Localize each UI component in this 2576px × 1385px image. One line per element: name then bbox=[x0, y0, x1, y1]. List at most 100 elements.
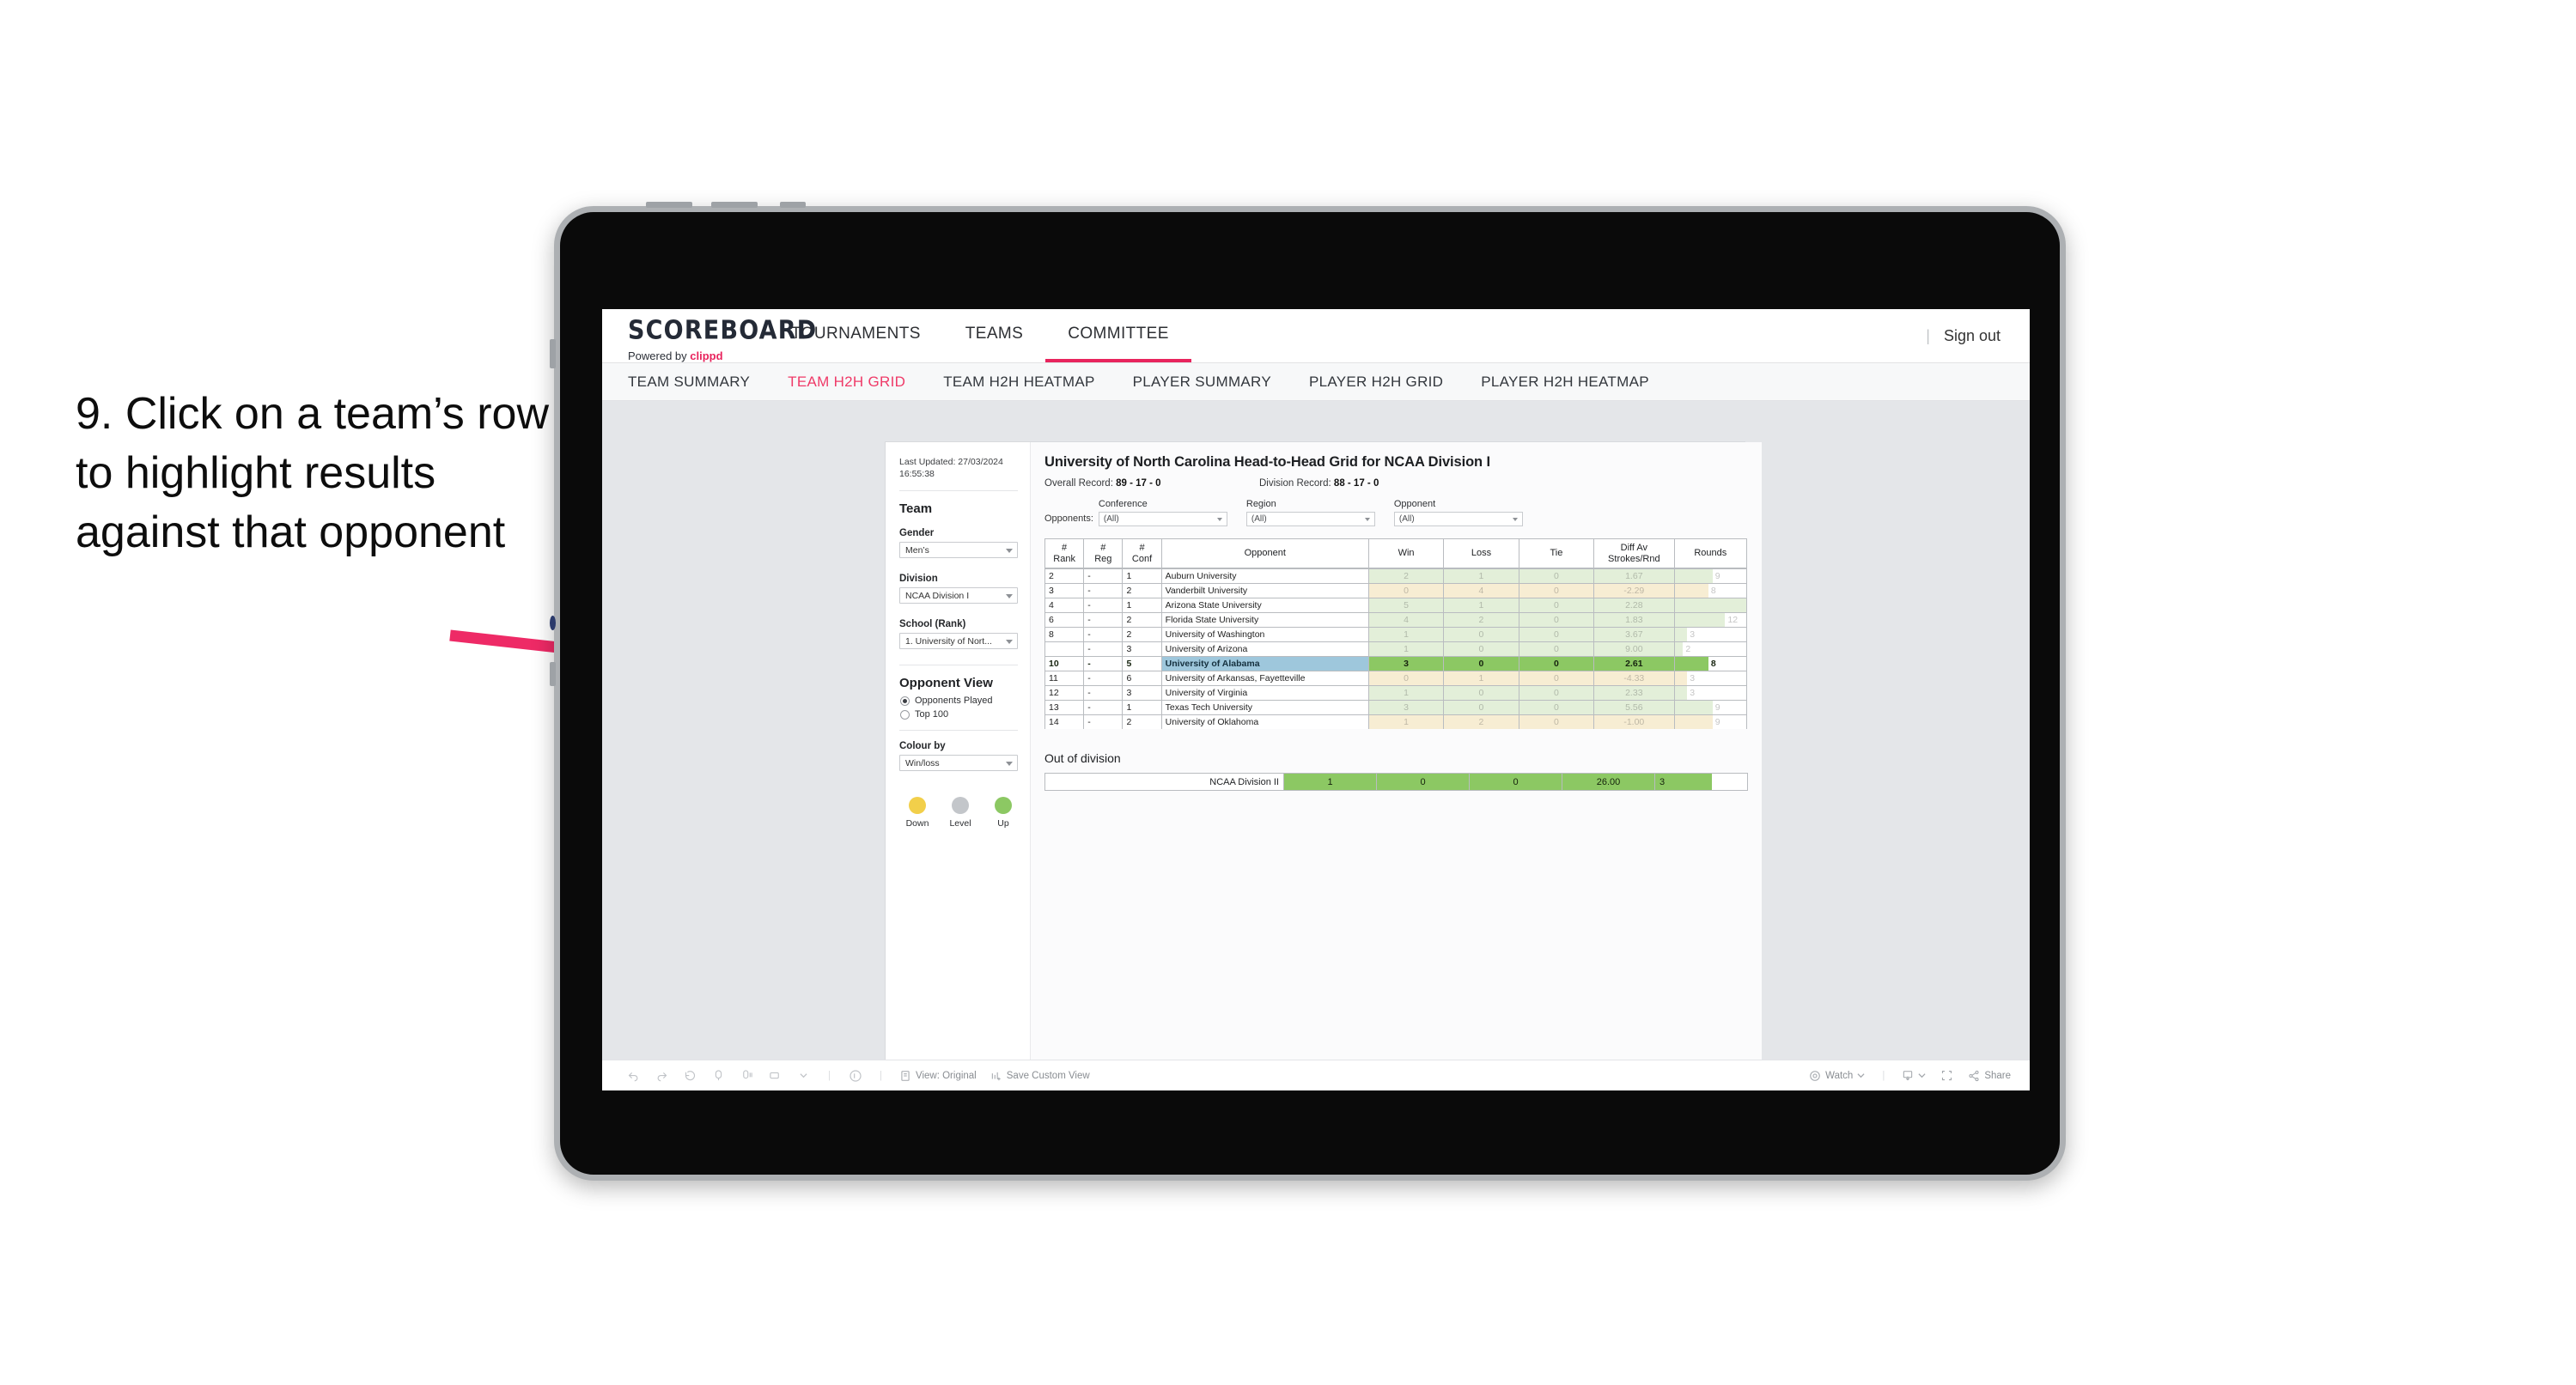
subtab-team-h2h-heatmap[interactable]: TEAM H2H HEATMAP bbox=[943, 374, 1094, 391]
cell-loss: 0 bbox=[1443, 656, 1519, 671]
fullscreen-icon[interactable] bbox=[1940, 1068, 1954, 1083]
subtab-player-summary[interactable]: PLAYER SUMMARY bbox=[1133, 374, 1271, 391]
cell-conf: 2 bbox=[1122, 714, 1162, 729]
region-select[interactable]: (All) bbox=[1245, 512, 1375, 526]
legend-label-down: Down bbox=[905, 818, 929, 829]
ood-win: 1 bbox=[1283, 773, 1377, 791]
cell-tie: 0 bbox=[1518, 685, 1595, 701]
nav-tab-teams[interactable]: TEAMS bbox=[943, 309, 1045, 362]
region-filter: Region (All) bbox=[1245, 499, 1375, 526]
table-row[interactable]: 13-1 Texas Tech University 3 0 0 5.56 9 bbox=[1044, 700, 1748, 715]
opponents-label: Opponents: bbox=[1044, 513, 1093, 524]
device-top-button-2 bbox=[711, 202, 758, 208]
division-select[interactable]: NCAA Division I bbox=[899, 587, 1018, 604]
table-row[interactable]: 2-1 Auburn University 2 1 0 1.67 9 bbox=[1044, 568, 1748, 584]
signout-link[interactable]: Sign out bbox=[1944, 327, 2001, 345]
table-row[interactable]: 8-2 University of Washington 1 0 0 3.67 3 bbox=[1044, 627, 1748, 642]
table-row[interactable]: -3 University of Arizona 1 0 0 9.00 2 bbox=[1044, 641, 1748, 657]
cell-win: 3 bbox=[1367, 700, 1445, 715]
opponent-view-heading: Opponent View bbox=[899, 676, 993, 691]
chevron-down-icon bbox=[1006, 548, 1013, 553]
cell-win: 1 bbox=[1367, 627, 1445, 642]
records-row: Overall Record: 89 - 17 - 0 Division Rec… bbox=[1044, 478, 1748, 489]
cell-conf: 1 bbox=[1122, 568, 1162, 584]
refresh-icon[interactable] bbox=[711, 1068, 726, 1083]
col-reg-l2: Reg bbox=[1094, 553, 1112, 564]
cell-opponent: Vanderbilt University bbox=[1160, 583, 1369, 598]
subtab-team-summary[interactable]: TEAM SUMMARY bbox=[628, 374, 750, 391]
watch-button[interactable]: Watch bbox=[1809, 1070, 1865, 1082]
table-row[interactable]: 12-3 University of Virginia 1 0 0 2.33 3 bbox=[1044, 685, 1748, 701]
col-opponent: Opponent bbox=[1160, 538, 1369, 568]
table-row[interactable]: 11-6 University of Arkansas, Fayetteville… bbox=[1044, 671, 1748, 686]
cell-tie: 0 bbox=[1518, 598, 1595, 613]
rounds-value: 2 bbox=[1685, 644, 1691, 654]
revert-icon[interactable] bbox=[683, 1068, 697, 1083]
download-button[interactable] bbox=[1902, 1070, 1926, 1082]
chevron-down-icon bbox=[1216, 517, 1222, 521]
cell-rank: 8 bbox=[1044, 627, 1085, 642]
save-custom-view-button[interactable]: Save Custom View bbox=[990, 1070, 1090, 1082]
table-row[interactable]: 6-2 Florida State University 4 2 0 1.83 12 bbox=[1044, 612, 1748, 628]
col-diff-l2: Strokes/Rnd bbox=[1608, 553, 1660, 564]
cell-win: 5 bbox=[1367, 598, 1445, 613]
division-record-label: Division Record: bbox=[1259, 478, 1334, 489]
view-original-label: View: Original bbox=[916, 1070, 977, 1081]
device-layout-icon[interactable] bbox=[768, 1068, 783, 1083]
cell-conf: 5 bbox=[1122, 656, 1162, 671]
legend-dot-down bbox=[909, 797, 926, 815]
school-select[interactable]: 1. University of Nort... bbox=[899, 633, 1018, 650]
cell-reg: - bbox=[1083, 612, 1124, 628]
toolbar-right-group: Watch | Share bbox=[1809, 1068, 2030, 1083]
radio-top-100[interactable]: Top 100 bbox=[900, 709, 1018, 720]
cell-diff: 9.00 bbox=[1593, 641, 1675, 657]
cell-reg: - bbox=[1083, 568, 1124, 584]
cell-rank bbox=[1044, 641, 1085, 657]
out-of-division-table: NCAA Division II 1 0 0 26.00 3 bbox=[1044, 773, 1748, 791]
subtab-player-h2h-grid[interactable]: PLAYER H2H GRID bbox=[1309, 374, 1443, 391]
rounds-bar bbox=[1674, 657, 1708, 671]
cell-rank: 4 bbox=[1044, 598, 1085, 613]
cell-loss: 2 bbox=[1443, 612, 1519, 628]
table-header-row: # Rank # Reg # Conf Opponent Win Loss Tie D… bbox=[1044, 538, 1748, 568]
dashboard-area: Last Updated: 27/03/2024 16:55:38 Team G… bbox=[602, 401, 2030, 1090]
cell-conf: 3 bbox=[1122, 685, 1162, 701]
toolbar-divider-2: | bbox=[880, 1070, 882, 1081]
cell-reg: - bbox=[1083, 685, 1124, 701]
view-original-button[interactable]: View: Original bbox=[899, 1070, 977, 1082]
out-of-division-title: Out of division bbox=[1044, 751, 1121, 765]
colour-by-select[interactable]: Win/loss bbox=[899, 755, 1018, 772]
cell-diff: 1.83 bbox=[1593, 612, 1675, 628]
gender-select[interactable]: Men’s bbox=[899, 542, 1018, 559]
table-row[interactable]: 10-5 University of Alabama 3 0 0 2.61 8 bbox=[1044, 656, 1748, 671]
nav-tab-committee[interactable]: COMMITTEE bbox=[1045, 309, 1191, 362]
redo-icon[interactable] bbox=[655, 1068, 669, 1083]
undo-icon[interactable] bbox=[626, 1068, 641, 1083]
school-label: School (Rank) bbox=[899, 619, 966, 630]
table-row[interactable]: 3-2 Vanderbilt University 0 4 0 -2.29 8 bbox=[1044, 583, 1748, 598]
cell-diff: 2.61 bbox=[1593, 656, 1675, 671]
out-of-division-row[interactable]: NCAA Division II 1 0 0 26.00 3 bbox=[1044, 773, 1748, 791]
table-row[interactable]: 4-1Arizona State University5102.2817 bbox=[1044, 598, 1748, 613]
signout-area: | Sign out bbox=[1926, 309, 2030, 362]
table-body-scroll[interactable]: 2-1 Auburn University 2 1 0 1.67 9 3-2 Vanderbil… bbox=[1044, 568, 1748, 729]
cell-reg: - bbox=[1083, 700, 1124, 715]
main-nav: TOURNAMENTS TEAMS COMMITTEE bbox=[769, 309, 1191, 362]
dashboard-toolbar: | | View: Original Save Custom View Watc… bbox=[602, 1060, 2030, 1090]
pause-icon[interactable] bbox=[740, 1068, 754, 1083]
subtab-player-h2h-heatmap[interactable]: PLAYER H2H HEATMAP bbox=[1481, 374, 1649, 391]
cell-loss: 0 bbox=[1443, 641, 1519, 657]
ood-tie: 0 bbox=[1469, 773, 1562, 791]
subtab-team-h2h-grid[interactable]: TEAM H2H GRID bbox=[788, 374, 905, 391]
share-button[interactable]: Share bbox=[1968, 1070, 2011, 1082]
radio-opponents-played[interactable]: Opponents Played bbox=[900, 696, 1018, 706]
signout-divider: | bbox=[1926, 326, 1930, 344]
table-row[interactable]: 14-2 University of Oklahoma 1 2 0 -1.00 9 bbox=[1044, 714, 1748, 729]
chevron-down-icon[interactable] bbox=[796, 1068, 811, 1083]
rounds-value: 8 bbox=[1710, 586, 1716, 596]
pause-circle-icon[interactable] bbox=[848, 1068, 862, 1083]
opponent-select[interactable]: (All) bbox=[1393, 512, 1523, 526]
conference-select[interactable]: (All) bbox=[1098, 512, 1227, 526]
rounds-bar bbox=[1674, 701, 1713, 714]
cell-loss: 1 bbox=[1443, 568, 1519, 584]
